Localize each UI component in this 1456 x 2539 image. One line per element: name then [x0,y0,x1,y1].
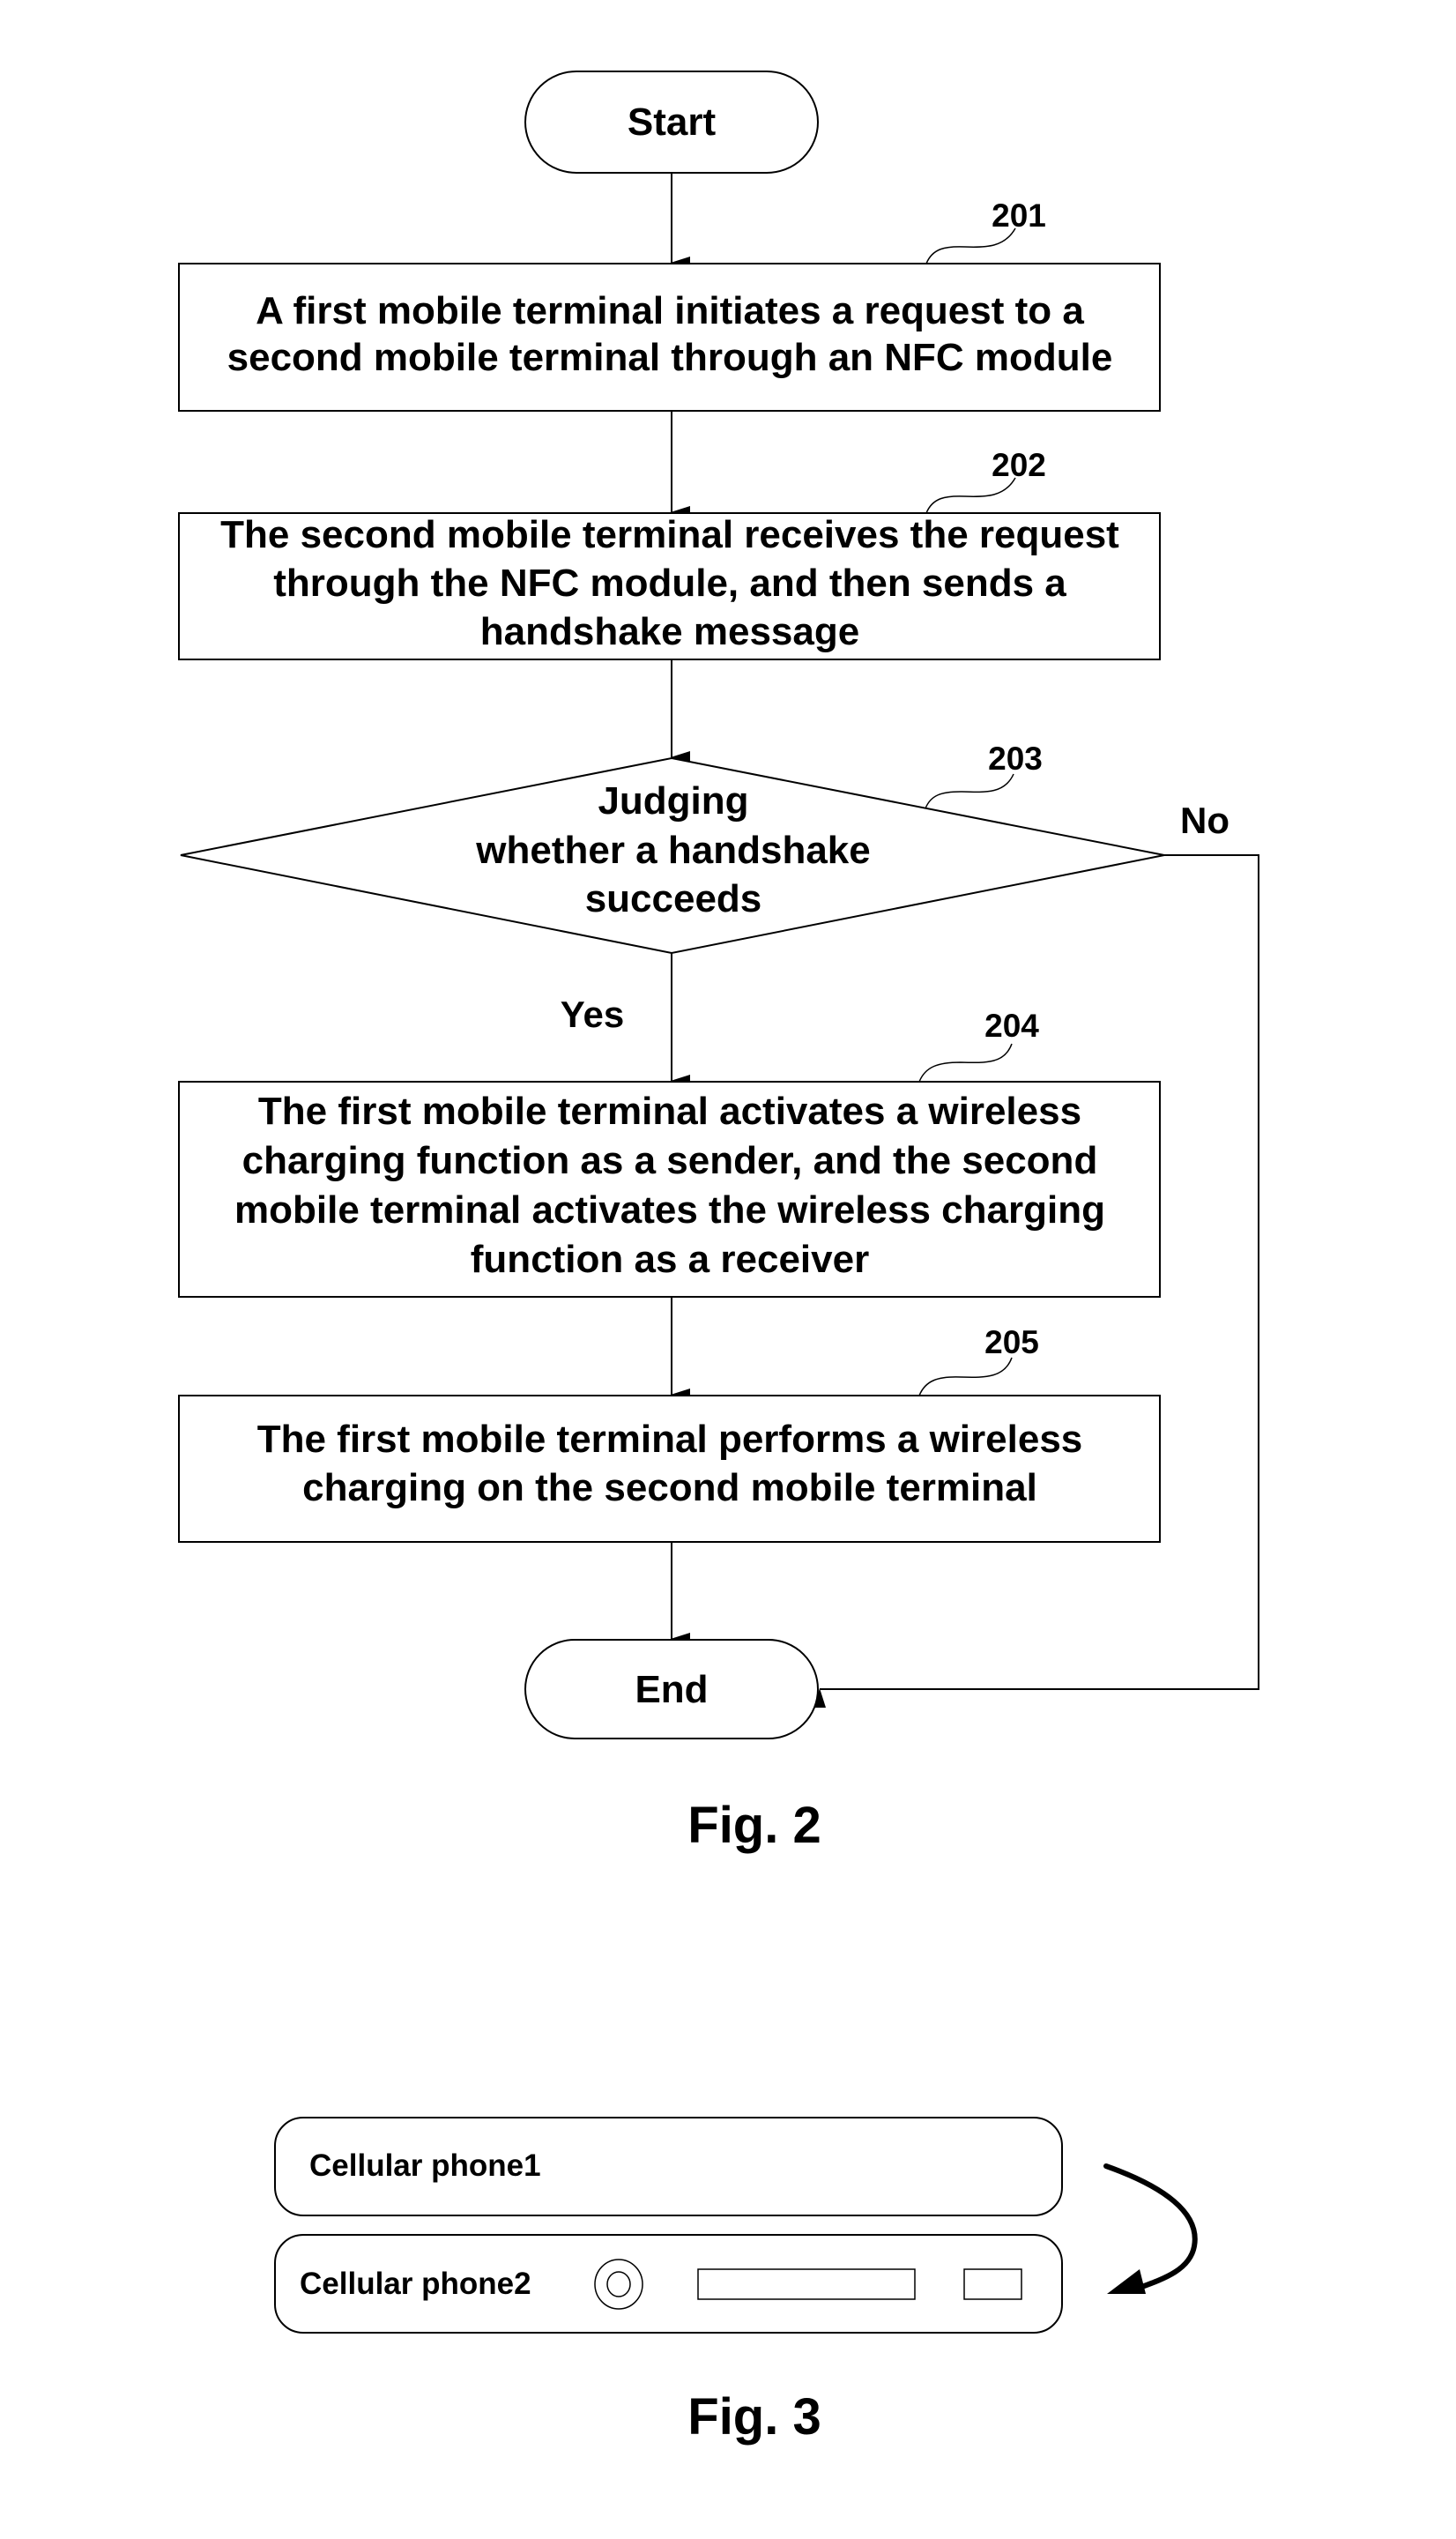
step-203-decision: Judging whether a handshake succeeds 203… [180,741,1229,1035]
decision-line-1: Judging [598,779,748,823]
step-204-line-2: charging function as a sender, and the s… [242,1139,1098,1182]
step-202-line-3: handshake message [480,610,859,653]
step-202-line-1: The second mobile terminal receives the … [220,513,1119,556]
start-terminator: Start [524,71,819,174]
step-201-leader [925,227,1016,264]
step-204-leader [918,1043,1013,1083]
end-terminator: End [524,1639,819,1739]
phone1-label: Cellular phone1 [309,2148,541,2183]
step-204-line-4: function as a receiver [471,1238,869,1281]
flip-arrow-icon [1103,2163,1198,2294]
flip-arrow-curve [1103,2163,1198,2291]
step-203-leader [925,773,1014,809]
step-204-line-1: The first mobile terminal activates a wi… [258,1090,1081,1133]
decision-line-2: whether a handshake [475,829,870,872]
no-branch-label: No [1180,800,1229,841]
step-202-leader [925,477,1016,514]
patent-figure-sheet: Start A first mobile terminal initiates … [178,71,1259,2446]
step-204-ref: 204 [984,1008,1039,1044]
phone2-label: Cellular phone2 [300,2267,531,2301]
start-label: Start [628,101,717,144]
step-201-line-2: second mobile terminal through an NFC mo… [227,336,1113,379]
flip-arrow-head [1107,2269,1146,2294]
step-203-ref: 203 [988,741,1043,777]
step-205-line-2: charging on the second mobile terminal [302,1466,1037,1509]
step-201: A first mobile terminal initiates a requ… [178,197,1161,412]
step-205-ref: 205 [984,1324,1039,1360]
cellular-phone-2: Cellular phone2 [274,2234,1063,2334]
step-204: The first mobile terminal activates a wi… [178,1008,1161,1298]
fig2-flowchart: Start A first mobile terminal initiates … [178,71,1259,1854]
step-202-line-2: through the NFC module, and then sends a [273,562,1066,605]
step-204-line-3: mobile terminal activates the wireless c… [234,1188,1105,1232]
step-201-ref: 201 [992,197,1046,234]
fig3-caption: Fig. 3 [687,2388,821,2446]
cellular-phone-1: Cellular phone1 [274,2117,1063,2216]
fig2-caption: Fig. 2 [687,1797,821,1854]
fig3-phones: Cellular phone1 Cellular phone2 Fig. 3 [274,2117,1198,2446]
step-202-ref: 202 [992,447,1046,483]
end-label: End [635,1668,708,1711]
step-205-leader [918,1357,1013,1396]
yes-branch-label: Yes [561,994,624,1035]
decision-line-3: succeeds [585,877,762,920]
step-202: The second mobile terminal receives the … [178,447,1161,660]
step-205: The first mobile terminal performs a wir… [178,1324,1161,1543]
step-205-line-1: The first mobile terminal performs a wir… [257,1418,1083,1461]
step-201-line-1: A first mobile terminal initiates a requ… [256,289,1084,332]
